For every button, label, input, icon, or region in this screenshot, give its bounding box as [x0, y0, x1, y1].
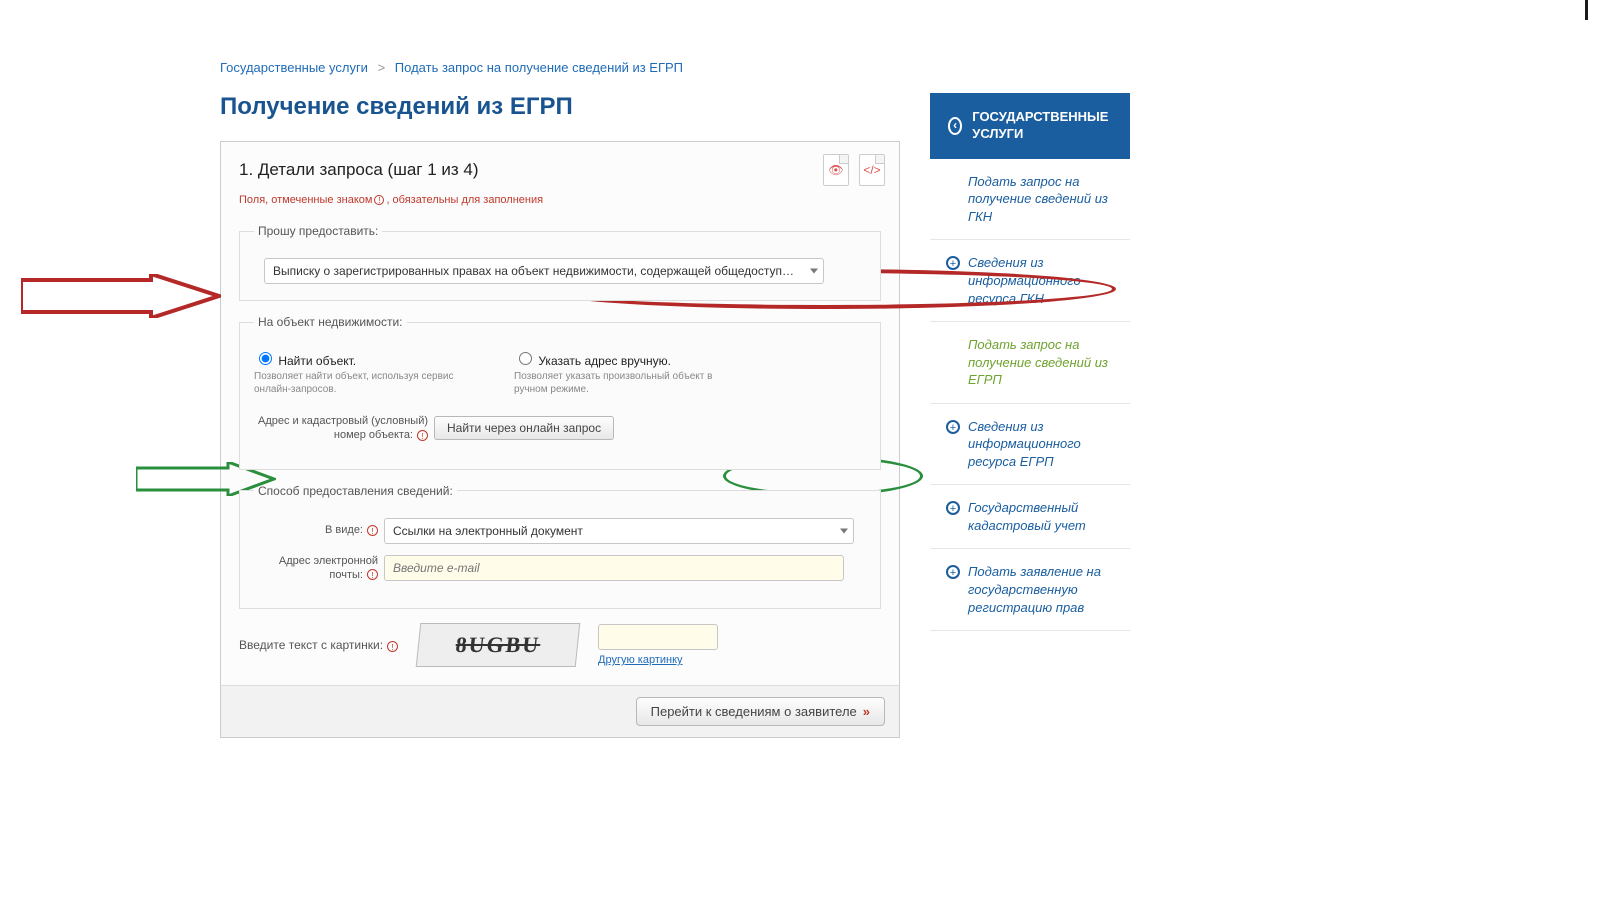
breadcrumb: Государственные услуги > Подать запрос н…: [220, 60, 1380, 75]
captcha-label: Введите текст с картинки:!: [239, 638, 398, 652]
corner-mark: [1585, 0, 1588, 20]
step-title: 1. Детали запроса (шаг 1 из 4): [239, 160, 881, 180]
captcha-input[interactable]: [598, 624, 718, 650]
required-icon: !: [387, 641, 398, 652]
plus-icon: +: [946, 420, 960, 434]
provide-group: Прошу предоставить: Выписку о зарегистри…: [239, 224, 881, 301]
email-label: Адрес электронной почты:!: [254, 554, 384, 583]
radio-find-input[interactable]: [259, 352, 272, 365]
delivery-group: Способ предоставления сведений: В виде:!…: [239, 484, 881, 610]
view-doc-icon[interactable]: 👁: [823, 154, 849, 186]
xml-doc-icon[interactable]: </>: [859, 154, 885, 186]
next-step-button[interactable]: Перейти к сведениям о заявителе»: [636, 697, 885, 726]
sidebar-item-5[interactable]: + Подать заявление на государственную рег…: [930, 549, 1130, 631]
plus-icon: +: [946, 501, 960, 515]
sidebar-item-3[interactable]: + Сведения из информационного ресурса ЕГР…: [930, 404, 1130, 486]
document-type-select[interactable]: Выписку о зарегистрированных правах на о…: [264, 258, 824, 284]
address-label: Адрес и кадастровый (условный) номер объ…: [254, 414, 434, 443]
find-online-button[interactable]: Найти через онлайн запрос: [434, 416, 614, 440]
breadcrumb-sep: >: [378, 60, 386, 75]
back-icon: ‹: [948, 117, 962, 135]
format-select[interactable]: Ссылки на электронный документ: [384, 518, 854, 544]
sidebar-item-label: Подать заявление на государственную реги…: [968, 563, 1114, 616]
form-panel: 👁 </> 1. Детали запроса (шаг 1 из 4) Пол…: [220, 141, 900, 738]
chevron-down-icon: [840, 528, 848, 533]
object-legend: На объект недвижимости:: [254, 315, 407, 329]
sidebar-item-label: Подать запрос на получение сведений из Г…: [968, 173, 1114, 226]
sidebar-item-2[interactable]: +Подать запрос на получение сведений из …: [930, 322, 1130, 404]
sidebar-header[interactable]: ‹ ГОСУДАРСТВЕННЫЕ УСЛУГИ: [930, 93, 1130, 159]
radio-find-hint: Позволяет найти объект, используя сервис…: [254, 370, 474, 396]
radio-manual-address[interactable]: Указать адрес вручную.: [514, 354, 671, 368]
captcha-refresh-link[interactable]: Другую картинку: [598, 654, 718, 666]
delivery-legend: Способ предоставления сведений:: [254, 484, 457, 498]
sidebar-item-label: Сведения из информационного ресурса ГКН: [968, 254, 1114, 307]
sidebar-item-label: Сведения из информационного ресурса ЕГРП: [968, 418, 1114, 471]
plus-icon: +: [946, 256, 960, 270]
sidebar-list: + Подать запрос на получение сведений из …: [930, 159, 1130, 631]
breadcrumb-current[interactable]: Подать запрос на получение сведений из Е…: [395, 60, 683, 75]
radio-manual-input[interactable]: [519, 352, 532, 365]
plus-icon: +: [946, 565, 960, 579]
breadcrumb-root[interactable]: Государственные услуги: [220, 60, 368, 75]
required-icon: !: [367, 525, 378, 536]
sidebar-item-label: Государственный кадастровый учет: [968, 499, 1114, 534]
captcha-image: 8UGBU: [416, 623, 581, 667]
required-icon: !: [417, 430, 428, 441]
sidebar-item-label: Подать запрос на получение сведений из Е…: [968, 336, 1114, 389]
page-title: Получение сведений из ЕГРП: [220, 93, 900, 121]
sidebar-item-4[interactable]: + Государственный кадастровый учет: [930, 485, 1130, 549]
sidebar-item-1[interactable]: + Сведения из информационного ресурса ГКН: [930, 240, 1130, 322]
sidebar-item-0[interactable]: +Подать запрос на получение сведений из …: [930, 159, 1130, 241]
radio-find-object[interactable]: Найти объект.: [254, 354, 356, 368]
annotation-red-arrow: [21, 274, 221, 318]
email-input[interactable]: [384, 555, 844, 581]
provide-legend: Прошу предоставить:: [254, 224, 382, 238]
required-note: Поля, отмеченные знаком!, обязательны дл…: [239, 194, 881, 206]
required-icon: !: [367, 569, 378, 580]
chevron-down-icon: [810, 269, 818, 274]
object-group: На объект недвижимости: Найти объект. По…: [239, 315, 881, 470]
format-label: В виде:!: [254, 523, 384, 537]
arrow-right-icon: »: [863, 704, 870, 719]
radio-manual-hint: Позволяет указать произвольный объект в …: [514, 370, 734, 396]
